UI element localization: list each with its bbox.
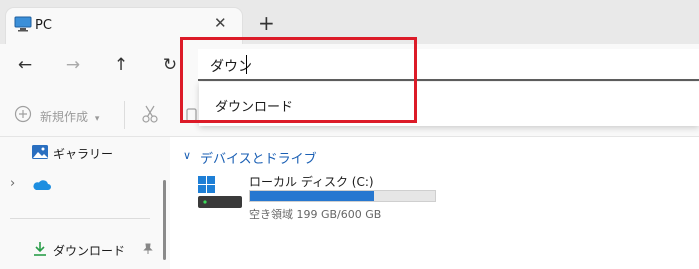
computer-icon xyxy=(14,16,32,32)
group-chevron-icon[interactable]: ∨ xyxy=(183,149,191,162)
sidebar-item-gallery[interactable]: ギャラリー xyxy=(53,145,113,162)
highlight-box xyxy=(180,37,417,123)
group-header-devices[interactable]: デバイスとドライブ xyxy=(200,148,317,167)
forward-button[interactable]: → xyxy=(59,51,87,79)
drive-usage-bar xyxy=(249,190,436,202)
drive-free-space: 空き領域 199 GB/600 GB xyxy=(249,208,382,221)
drive-icon xyxy=(198,176,242,208)
chevron-right-icon[interactable]: › xyxy=(10,176,15,191)
new-tab-button[interactable]: + xyxy=(258,13,275,33)
gallery-icon xyxy=(32,145,48,159)
tab-close-icon[interactable]: ✕ xyxy=(214,14,227,32)
sidebar-divider xyxy=(10,218,150,219)
cut-icon[interactable] xyxy=(141,104,159,124)
chevron-down-icon: ▾ xyxy=(94,114,100,124)
command-separator xyxy=(124,101,125,129)
up-button[interactable]: ↑ xyxy=(107,51,135,79)
tab-title: PC xyxy=(35,18,52,33)
drive-name[interactable]: ローカル ディスク (C:) xyxy=(249,173,374,190)
new-button[interactable]: 新規作成 ▾ xyxy=(40,108,99,125)
back-button[interactable]: ← xyxy=(11,51,39,79)
new-plus-icon xyxy=(14,105,32,123)
sidebar-item-downloads[interactable]: ダウンロード xyxy=(53,242,125,259)
pin-icon[interactable] xyxy=(143,243,153,255)
drive-usage-fill xyxy=(250,191,374,201)
download-icon xyxy=(34,242,46,256)
onedrive-icon[interactable] xyxy=(31,179,51,191)
new-button-label: 新規作成 xyxy=(40,110,89,124)
sidebar-scrollbar[interactable] xyxy=(163,180,166,260)
